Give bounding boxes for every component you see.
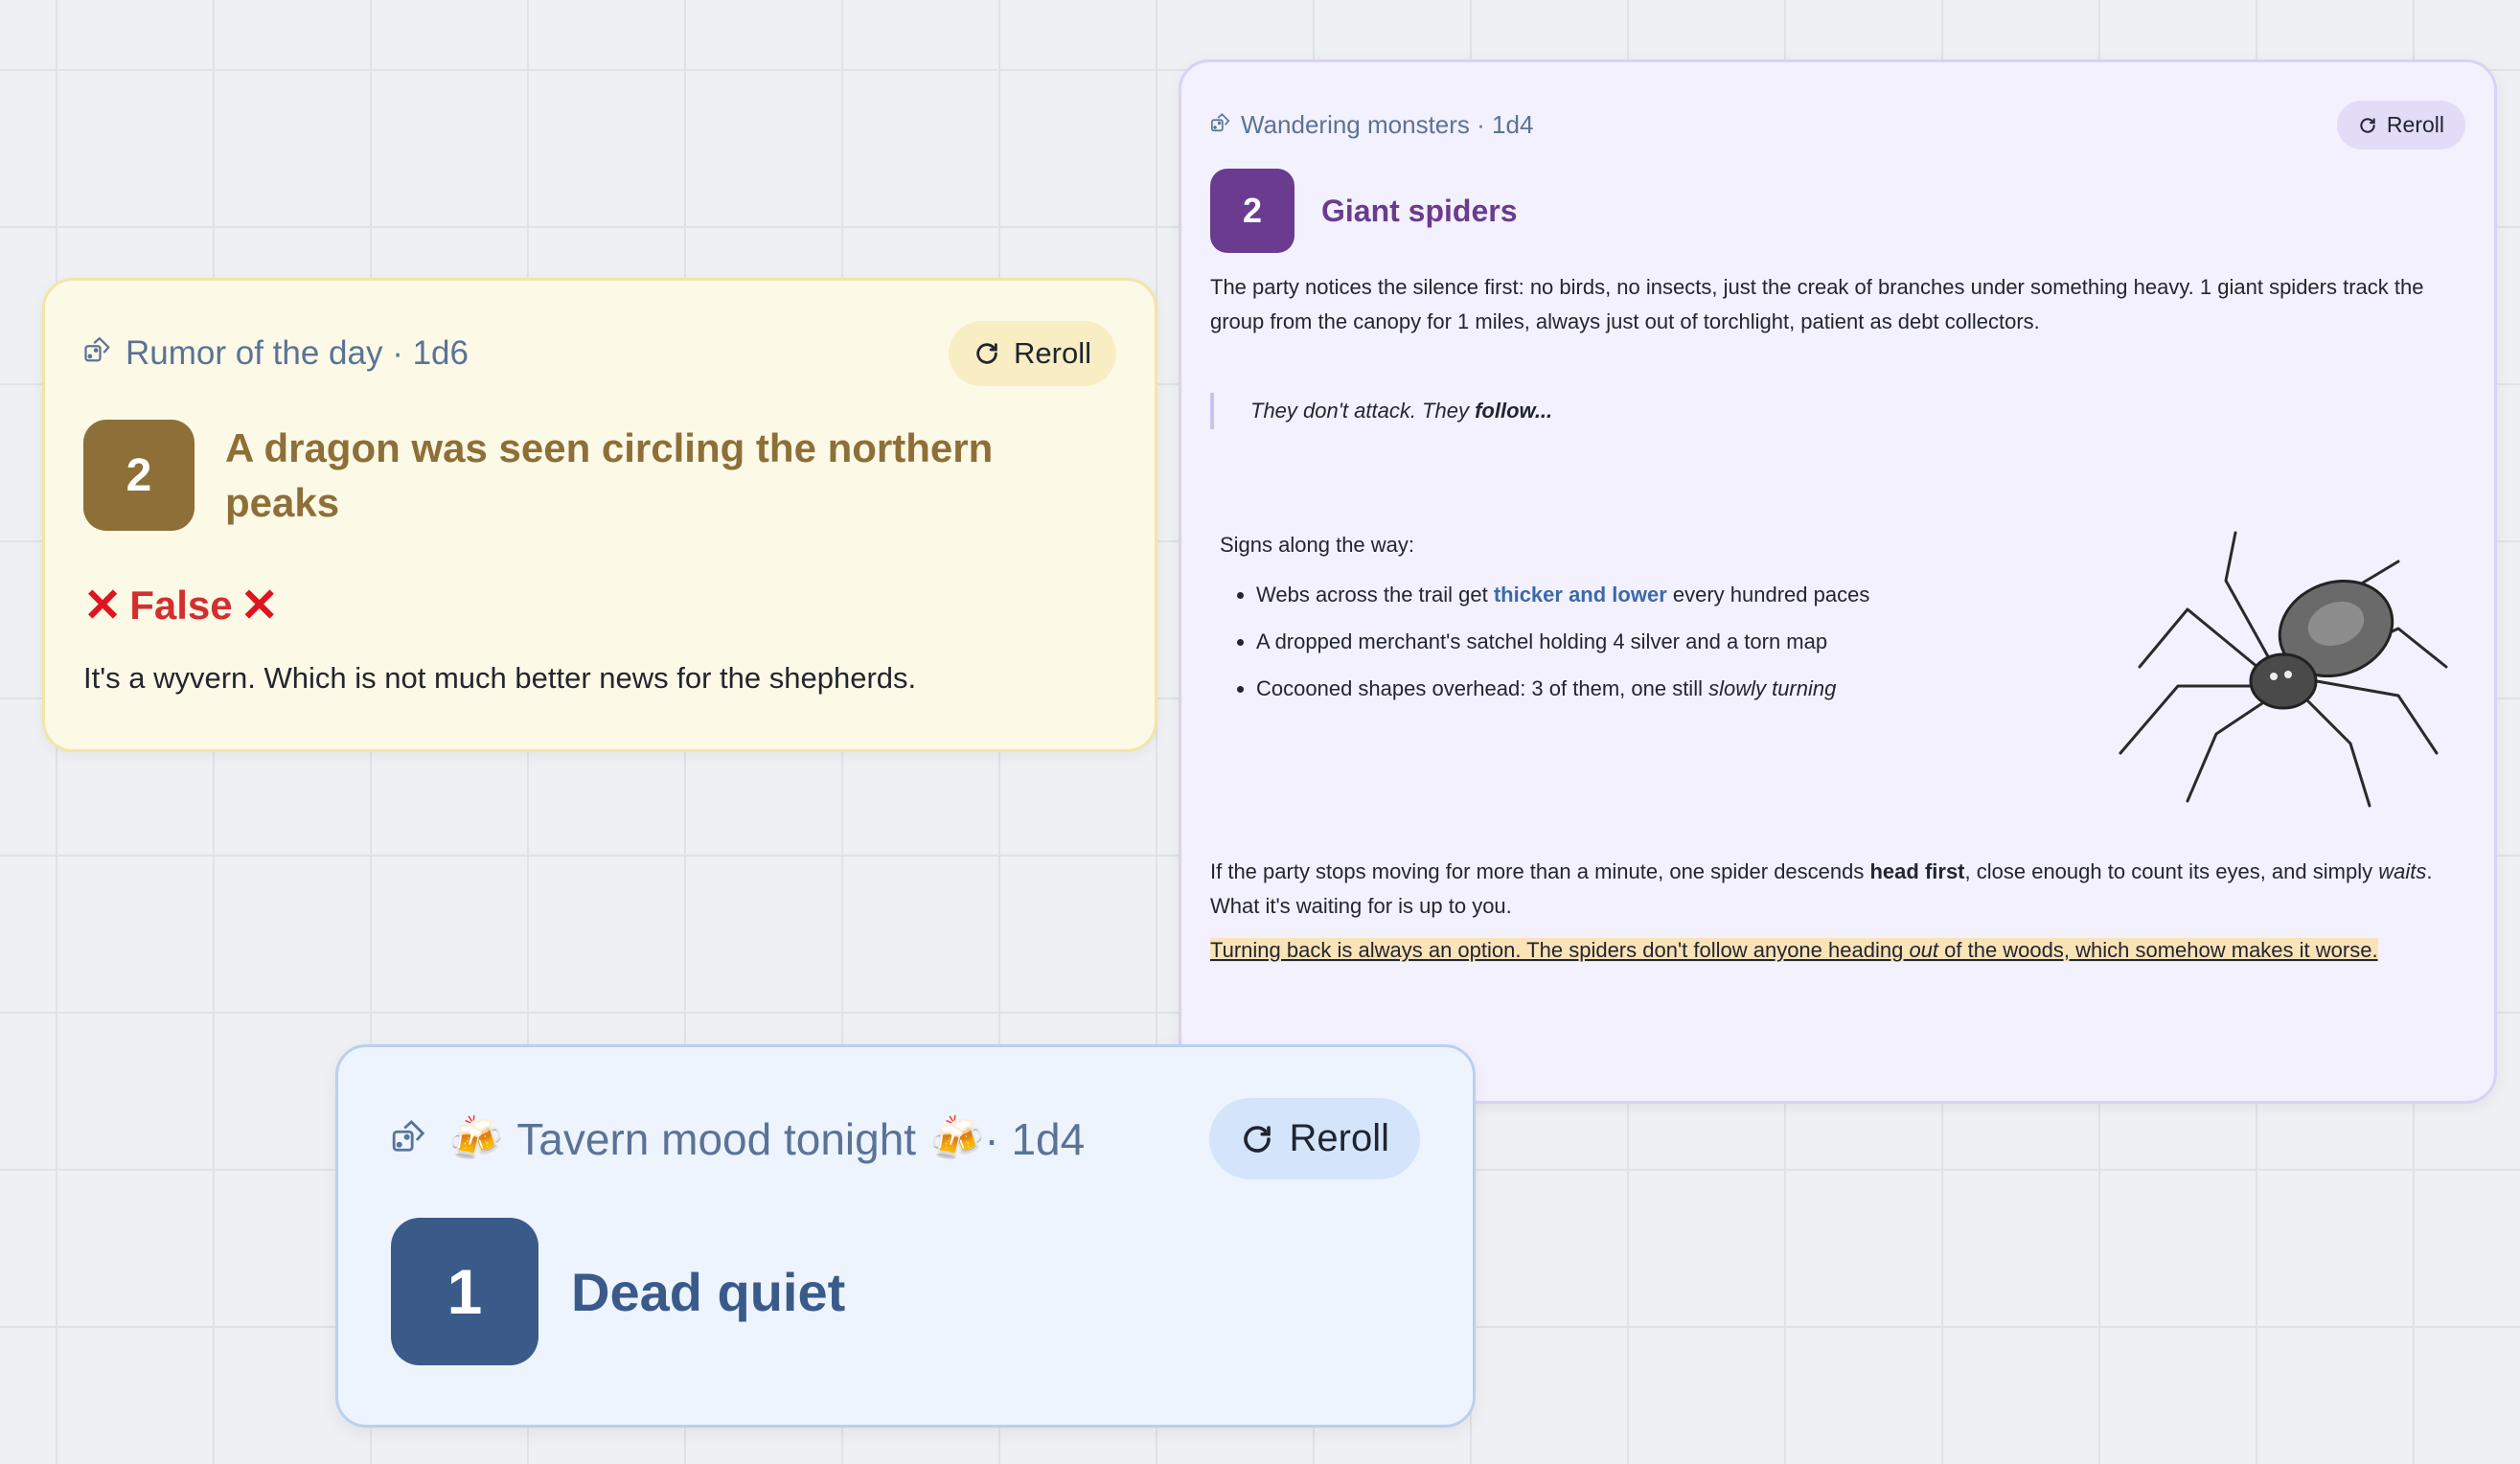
item-text: every hundred paces bbox=[1666, 583, 1870, 606]
verdict: ✕ False ✕ bbox=[83, 579, 1116, 632]
para-bold: head first bbox=[1869, 859, 1965, 883]
tavern-title-suffix: · 1d4 bbox=[984, 1113, 1086, 1164]
beer-mugs-icon: 🍻 bbox=[929, 1113, 985, 1163]
description-paragraph: The party notices the silence first: no … bbox=[1210, 275, 2424, 333]
rumor-card-header: Rumor of the day · 1d6 Reroll bbox=[83, 321, 1116, 386]
para-text: If the party stops moving for more than … bbox=[1210, 859, 1870, 883]
para-text: , close enough to count its eyes, and si… bbox=[1964, 859, 2379, 883]
result-row: 2 A dragon was seen circling the norther… bbox=[83, 420, 1116, 531]
highlight-text: of the woods, which somehow makes it wor… bbox=[1938, 938, 2378, 962]
reroll-button[interactable]: Reroll bbox=[949, 321, 1116, 386]
result-title: Giant spiders bbox=[1321, 193, 1518, 228]
quote-text: They don't attack. They bbox=[1250, 399, 1476, 423]
rumor-title-text: Rumor of the day · 1d6 bbox=[126, 334, 469, 372]
roll-badge: 2 bbox=[1210, 169, 1294, 253]
tavern-card-title: 🍻 Tavern mood tonight 🍻 · 1d4 bbox=[391, 1112, 1085, 1165]
tavern-title-text: Tavern mood tonight bbox=[516, 1113, 917, 1164]
inline-link[interactable]: thicker and lower bbox=[1494, 583, 1667, 606]
blockquote: They don't attack. They follow... bbox=[1210, 393, 2465, 429]
para-emphasis: waits bbox=[2378, 859, 2427, 883]
tavern-card: 🍻 Tavern mood tonight 🍻 · 1d4 Reroll 1 D… bbox=[335, 1044, 1476, 1428]
rumor-card-title: Rumor of the day · 1d6 bbox=[83, 334, 469, 373]
result-title: A dragon was seen circling the northern … bbox=[225, 425, 994, 525]
monsters-card-header: Wandering monsters · 1d4 Reroll bbox=[1210, 101, 2465, 149]
monsters-title-text: Wandering monsters · 1d4 bbox=[1241, 110, 1534, 139]
item-emphasis: slowly turning bbox=[1708, 676, 1837, 700]
description-paragraph: If the party stops moving for more than … bbox=[1210, 855, 2465, 924]
reroll-label: Reroll bbox=[1289, 1117, 1389, 1159]
highlighted-text: Turning back is always an option. The sp… bbox=[1210, 938, 2378, 962]
dice-icon bbox=[391, 1113, 427, 1165]
reroll-button[interactable]: Reroll bbox=[2336, 101, 2465, 149]
refresh-icon bbox=[974, 340, 1000, 367]
item-text: Webs across the trail get bbox=[1256, 583, 1494, 606]
monsters-card: Wandering monsters · 1d4 Reroll 2 Giant … bbox=[1179, 59, 2497, 1104]
verdict-text: False bbox=[129, 583, 233, 628]
result-description: It's a wyvern. Which is not much better … bbox=[83, 661, 917, 695]
refresh-icon bbox=[1240, 1122, 1274, 1156]
reroll-label: Reroll bbox=[2386, 112, 2444, 137]
signs-section: Signs along the way: Webs across the tra… bbox=[1210, 531, 2465, 849]
cross-mark-icon: ✕ bbox=[240, 581, 279, 631]
reroll-label: Reroll bbox=[1014, 336, 1091, 370]
dice-icon bbox=[83, 334, 112, 373]
monsters-card-title: Wandering monsters · 1d4 bbox=[1210, 110, 1533, 140]
cross-mark-icon: ✕ bbox=[83, 581, 123, 631]
result-row: 1 Dead quiet bbox=[391, 1218, 1420, 1365]
rumor-card: Rumor of the day · 1d6 Reroll 2 A dragon… bbox=[42, 278, 1157, 752]
roll-badge: 1 bbox=[391, 1218, 538, 1365]
tavern-card-header: 🍻 Tavern mood tonight 🍻 · 1d4 Reroll bbox=[391, 1098, 1420, 1179]
highlight-text: Turning back is always an option. The sp… bbox=[1210, 938, 1910, 962]
result-title: Dead quiet bbox=[571, 1261, 846, 1322]
beer-mugs-icon: 🍻 bbox=[448, 1113, 504, 1163]
roll-badge: 2 bbox=[83, 420, 195, 531]
item-text: Cocooned shapes overhead: 3 of them, one… bbox=[1256, 676, 1709, 700]
spider-illustration bbox=[2119, 531, 2448, 808]
highlight-emphasis: out bbox=[1909, 938, 1939, 962]
refresh-icon bbox=[2358, 116, 2377, 135]
dice-icon bbox=[1210, 110, 1231, 140]
reroll-button[interactable]: Reroll bbox=[1208, 1098, 1420, 1179]
highlight-paragraph: Turning back is always an option. The sp… bbox=[1210, 935, 2465, 966]
result-row: 2 Giant spiders bbox=[1210, 169, 2465, 253]
quote-bold: follow... bbox=[1475, 399, 1553, 423]
